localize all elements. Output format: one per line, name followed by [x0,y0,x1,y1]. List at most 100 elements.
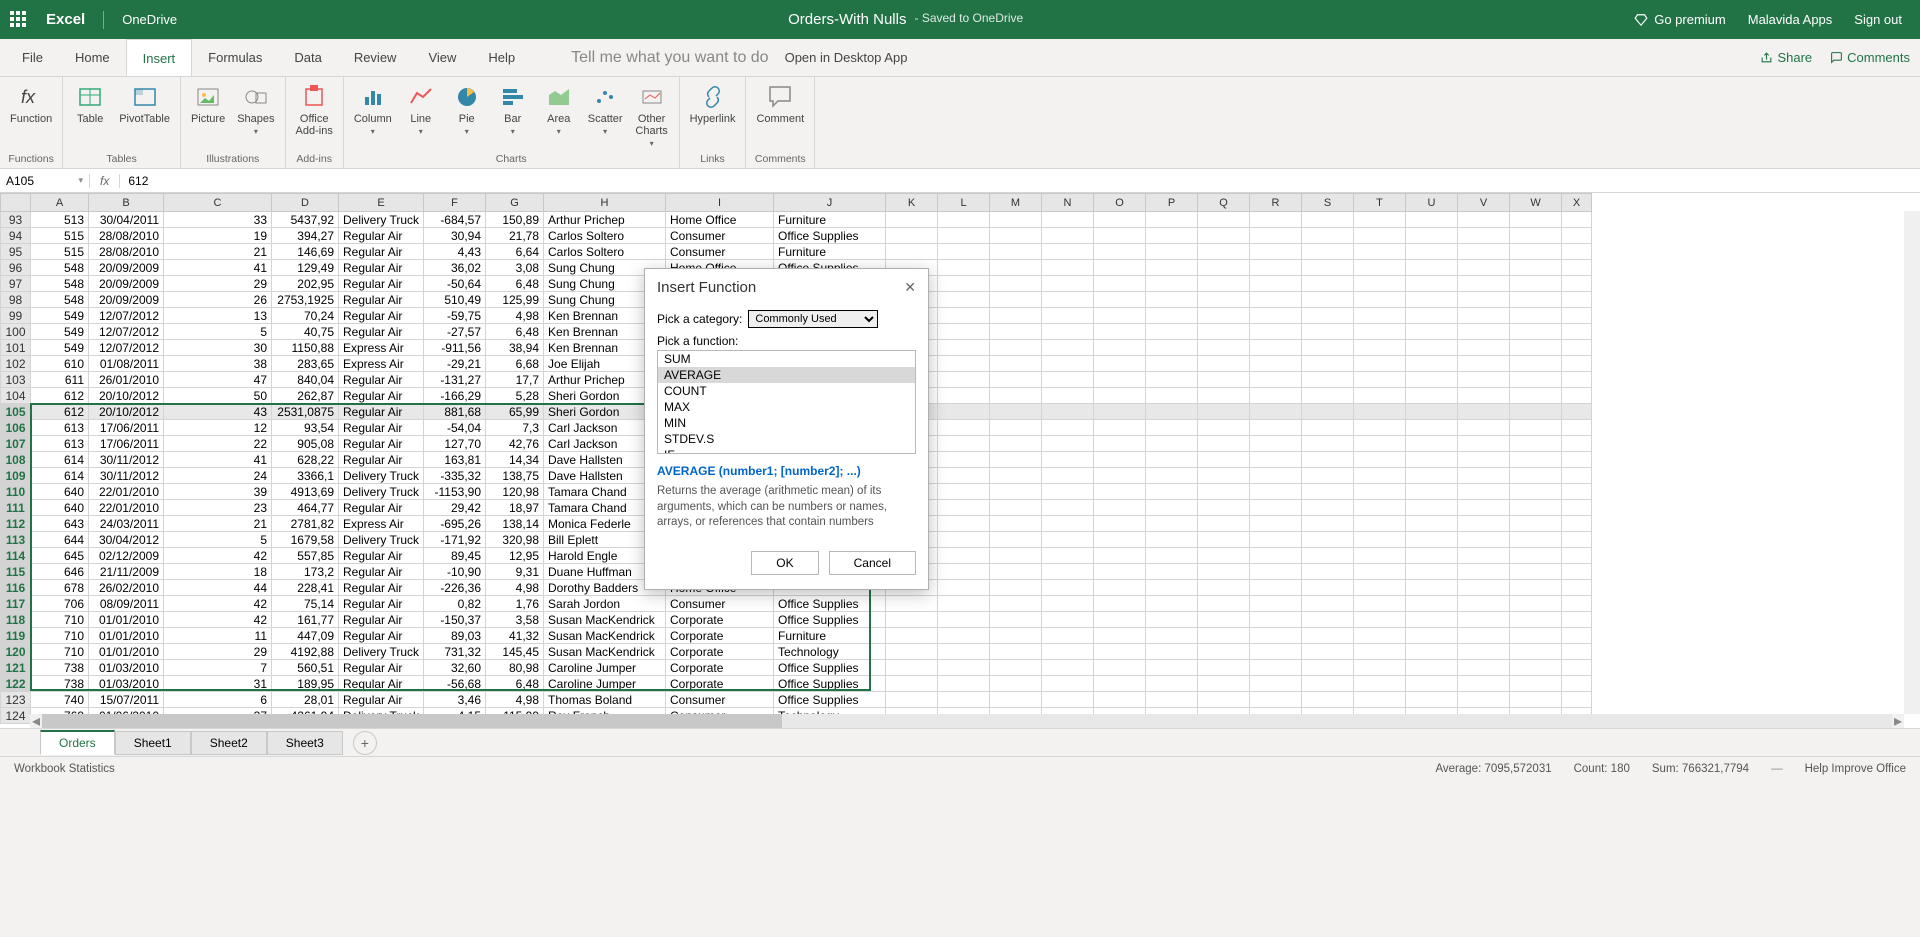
cell[interactable]: 4,43 [424,244,486,260]
cell[interactable] [1250,612,1302,628]
cell[interactable]: 15/07/2011 [89,692,164,708]
apps-link[interactable]: Malavida Apps [1748,12,1833,27]
tab-help[interactable]: Help [472,39,531,76]
cell[interactable] [1094,228,1146,244]
cell[interactable]: Regular Air [339,548,424,564]
row-header[interactable]: 122 [1,676,31,692]
cell[interactable] [1198,532,1250,548]
cell[interactable] [1146,468,1198,484]
cell[interactable]: 50 [164,388,272,404]
other-charts-button[interactable]: OtherCharts▾ [631,81,673,150]
cell[interactable] [1198,340,1250,356]
cell[interactable]: Arthur Prichep [544,212,666,228]
cell[interactable] [1458,372,1510,388]
cell[interactable] [1458,276,1510,292]
spreadsheet-grid[interactable]: ABCDEFGHIJKLMNOPQRSTUVWX9351330/04/20113… [0,193,1920,728]
cell[interactable] [1302,500,1354,516]
cell[interactable]: 17,7 [486,372,544,388]
pivottable-button[interactable]: PivotTable [115,81,174,127]
cell[interactable] [1562,452,1592,468]
cell[interactable] [1302,404,1354,420]
cell[interactable]: 21/11/2009 [89,564,164,580]
horizontal-scrollbar[interactable]: ◂▸ [30,714,1904,728]
cell[interactable] [1250,244,1302,260]
row-header[interactable]: 111 [1,500,31,516]
cell[interactable] [1510,660,1562,676]
cell[interactable]: Regular Air [339,244,424,260]
row-header[interactable]: 124 [1,708,31,724]
cell[interactable]: 548 [31,260,89,276]
cell[interactable]: 0,82 [424,596,486,612]
cell[interactable]: Regular Air [339,628,424,644]
row-header[interactable]: 109 [1,468,31,484]
cell[interactable] [1094,596,1146,612]
cell[interactable] [938,516,990,532]
cell[interactable]: 3,08 [486,260,544,276]
cell[interactable] [886,644,938,660]
cell[interactable] [938,532,990,548]
cell[interactable]: 18,97 [486,500,544,516]
cell[interactable]: 6 [164,692,272,708]
cell[interactable] [938,356,990,372]
cell[interactable] [1458,308,1510,324]
cell[interactable] [938,292,990,308]
cell[interactable]: Express Air [339,340,424,356]
cell[interactable]: 706 [31,596,89,612]
cell[interactable] [1094,388,1146,404]
row-header[interactable]: 98 [1,292,31,308]
cell[interactable]: Regular Air [339,372,424,388]
cell[interactable] [1458,420,1510,436]
cell[interactable] [1302,580,1354,596]
cell[interactable]: Office Supplies [774,596,886,612]
function-option[interactable]: COUNT [658,383,915,399]
cell[interactable] [1302,324,1354,340]
cell[interactable]: -166,29 [424,388,486,404]
cell[interactable] [1302,468,1354,484]
cell[interactable] [1458,660,1510,676]
cell[interactable] [1458,644,1510,660]
cell[interactable]: 33 [164,212,272,228]
cell[interactable] [1198,676,1250,692]
cell[interactable]: 7 [164,660,272,676]
cell[interactable]: 189,95 [272,676,339,692]
cell[interactable] [1354,484,1406,500]
cell[interactable]: 738 [31,660,89,676]
cell[interactable] [1042,404,1094,420]
cell[interactable] [1302,516,1354,532]
cell[interactable] [1562,500,1592,516]
cell[interactable] [1458,452,1510,468]
cell[interactable] [1510,356,1562,372]
cell[interactable]: 21 [164,516,272,532]
cell[interactable] [1354,612,1406,628]
cell[interactable] [1042,564,1094,580]
cell[interactable]: 5 [164,532,272,548]
category-select[interactable]: Commonly Used [748,310,878,328]
cell[interactable] [1562,580,1592,596]
cell[interactable]: 549 [31,340,89,356]
cell[interactable] [938,212,990,228]
formula-input[interactable]: 612 [120,174,1920,188]
cell[interactable] [1094,212,1146,228]
cell[interactable] [1562,308,1592,324]
cell[interactable]: 644 [31,532,89,548]
cell[interactable]: 1150,88 [272,340,339,356]
cell[interactable] [1354,628,1406,644]
cell[interactable] [1042,308,1094,324]
cell[interactable]: 628,22 [272,452,339,468]
cell[interactable]: Regular Air [339,228,424,244]
cell[interactable] [938,372,990,388]
cell[interactable] [990,500,1042,516]
cell[interactable] [1094,276,1146,292]
cell[interactable]: 38,94 [486,340,544,356]
cell[interactable]: 31 [164,676,272,692]
cell[interactable] [1042,452,1094,468]
cell[interactable] [1510,404,1562,420]
tab-review[interactable]: Review [338,39,413,76]
row-header[interactable]: 101 [1,340,31,356]
name-box[interactable]: A105 [0,174,90,188]
cell[interactable] [1198,324,1250,340]
table-button[interactable]: Table [69,81,111,127]
cell[interactable] [1406,404,1458,420]
cell[interactable]: 4192,88 [272,644,339,660]
col-header-L[interactable]: L [938,194,990,212]
